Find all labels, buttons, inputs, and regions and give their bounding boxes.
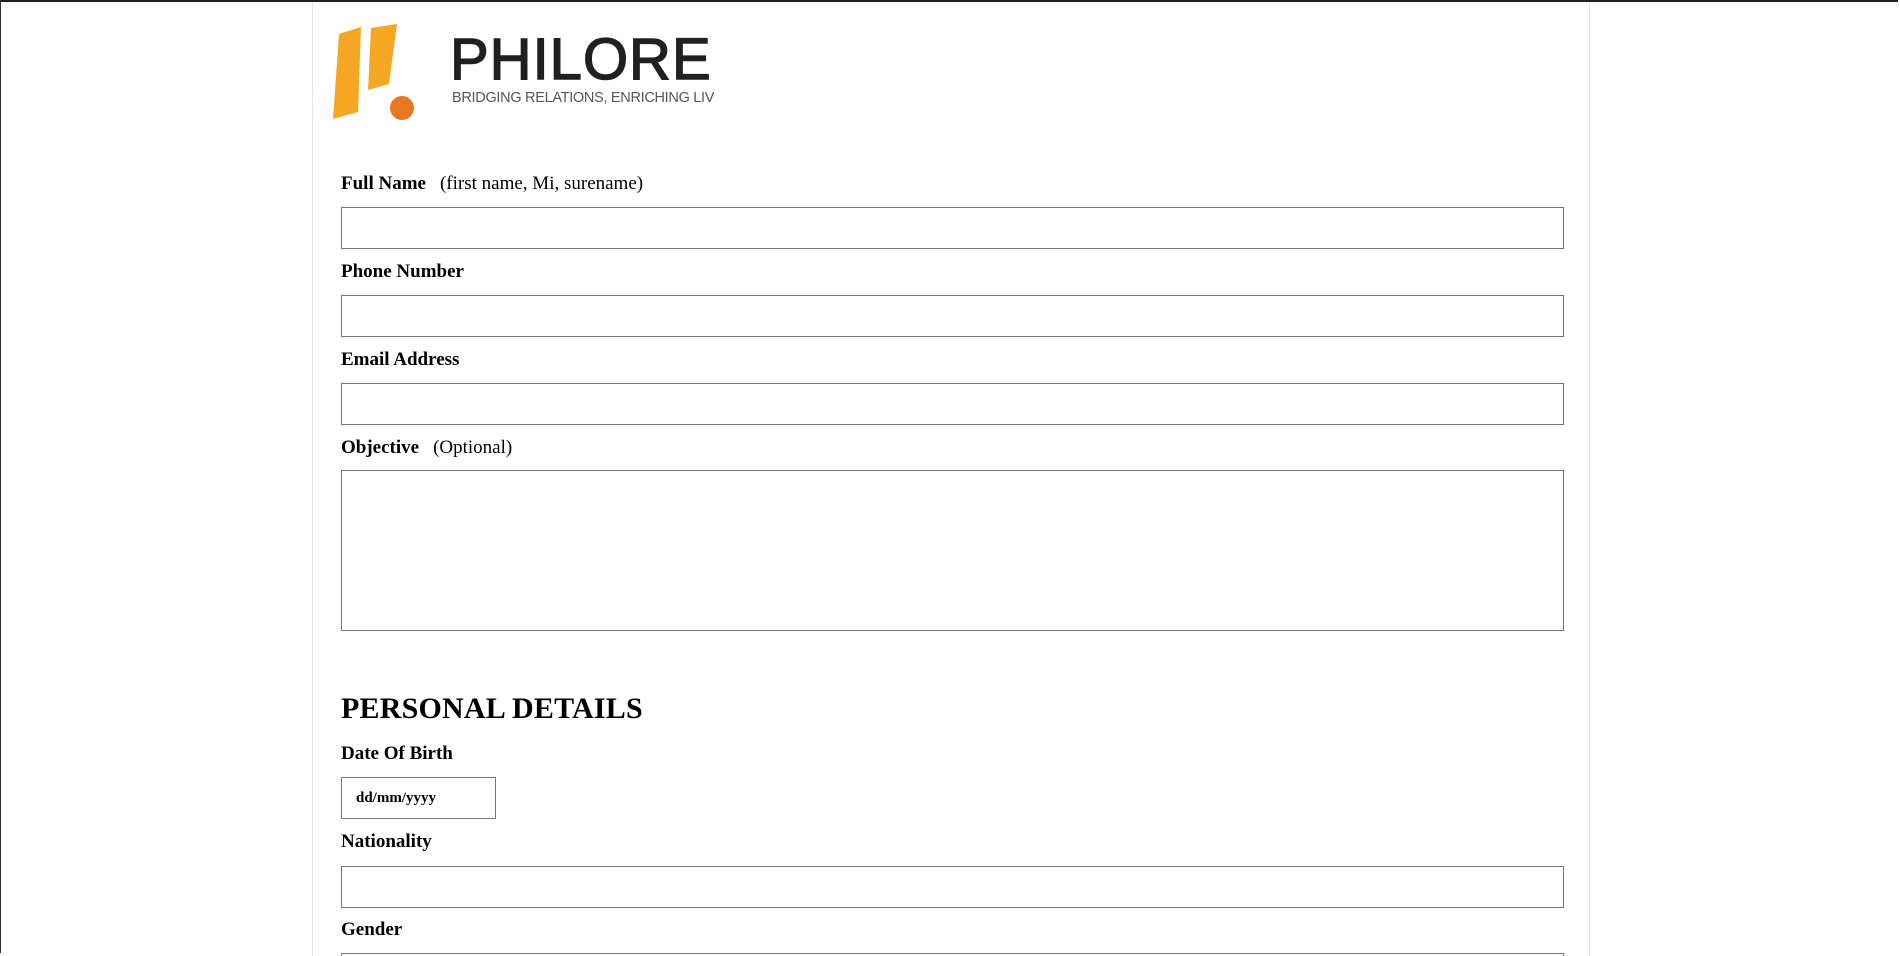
nationality-label-text: Nationality xyxy=(341,831,432,852)
full-name-label: Full Name (first name, Mi, surename) xyxy=(341,173,643,195)
logo-wordmark: PHILORE xyxy=(449,27,712,92)
full-name-input[interactable] xyxy=(341,207,1564,249)
logo-tagline: BRIDGING RELATIONS, ENRICHING LIVES xyxy=(452,91,714,106)
objective-textarea[interactable] xyxy=(341,470,1564,631)
nationality-label: Nationality xyxy=(341,831,432,853)
personal-details-heading: PERSONAL DETAILS xyxy=(341,692,643,725)
phone-label-text: Phone Number xyxy=(341,261,464,282)
full-name-label-text: Full Name xyxy=(341,173,426,194)
gender-label: Gender xyxy=(341,919,402,941)
philore-mark-icon xyxy=(333,24,414,120)
dob-label: Date Of Birth xyxy=(341,743,453,765)
email-label-text: Email Address xyxy=(341,349,460,370)
full-name-hint: (first name, Mi, surename) xyxy=(439,173,644,194)
gender-label-text: Gender xyxy=(341,919,403,940)
nationality-input[interactable] xyxy=(341,866,1564,908)
phone-input[interactable] xyxy=(341,295,1564,337)
dob-label-text: Date Of Birth xyxy=(341,743,453,764)
email-label: Email Address xyxy=(341,349,459,371)
dob-placeholder: dd/mm/yyyy xyxy=(356,789,437,806)
objective-hint: (Optional) xyxy=(433,437,513,458)
dob-date-input[interactable]: dd/mm/yyyy xyxy=(341,777,496,819)
phone-label: Phone Number xyxy=(341,261,464,283)
browser-viewport: PHILORE BRIDGING RELATIONS, ENRICHING LI… xyxy=(0,0,1898,956)
objective-label: Objective (Optional) xyxy=(341,437,512,459)
form-page: PHILORE BRIDGING RELATIONS, ENRICHING LI… xyxy=(312,2,1590,956)
philore-logo: PHILORE BRIDGING RELATIONS, ENRICHING LI… xyxy=(331,24,714,124)
objective-label-text: Objective xyxy=(341,437,420,458)
email-input[interactable] xyxy=(341,383,1564,425)
